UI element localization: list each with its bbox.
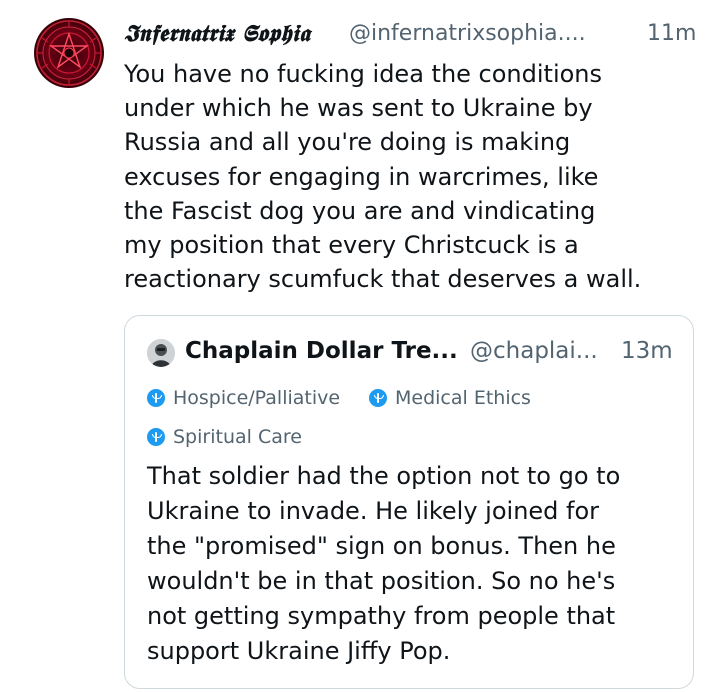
post-header: 𝕴𝖓𝖋𝖊𝖗𝖓𝖆𝖙𝖗𝖎𝖝 𝕾𝖔𝖕𝖍𝖎𝖆 @infernatrixsophia...… [124, 16, 704, 56]
badge-label: Hospice/Palliative [173, 387, 341, 409]
quoted-post-body: That soldier had the option not to go to… [147, 459, 677, 669]
badge-hospice-palliative[interactable]: Hospice/Palliative [147, 385, 340, 411]
post-timestamp[interactable]: 11m [647, 21, 696, 46]
quoted-body-line: support Ukraine Jiffy Pop. [147, 637, 451, 665]
person-avatar-icon [147, 339, 175, 367]
quoted-post-card[interactable]: Chaplain Dollar Tre... @chaplai... 13m H… [124, 315, 694, 689]
post-body-line: Russia and all you're doing is making [124, 128, 571, 157]
author-avatar[interactable] [34, 18, 104, 88]
post-body-line: excuses for engaging in warcrimes, like [124, 162, 599, 191]
author-handle[interactable]: @infernatrixsophia.... [349, 21, 586, 46]
quoted-author-avatar[interactable] [147, 339, 175, 367]
post-body-line: You have no fucking idea the conditions [124, 60, 603, 88]
post-body-line: my position that every Christcuck is a [124, 231, 579, 260]
author-display-name[interactable]: 𝕴𝖓𝖋𝖊𝖗𝖓𝖆𝖙𝖗𝖎𝖝 𝕾𝖔𝖕𝖍𝖎𝖆 [124, 20, 310, 47]
quoted-body-line: That soldier had the option not to go to [147, 462, 621, 490]
quoted-post-timestamp[interactable]: 13m [621, 338, 673, 364]
quoted-author-handle[interactable]: @chaplai... [470, 338, 598, 364]
medical-badge-icon [147, 389, 165, 407]
quoted-author-display-name[interactable]: Chaplain Dollar Tre... [185, 338, 458, 364]
badge-label: Medical Ethics [395, 387, 531, 409]
badge-medical-ethics[interactable]: Medical Ethics [369, 385, 531, 411]
medical-badge-icon [369, 389, 387, 407]
badge-label: Spiritual Care [173, 426, 302, 448]
post-body-line: under which he was sent to Ukraine by [124, 94, 593, 123]
post: 𝕴𝖓𝖋𝖊𝖗𝖓𝖆𝖙𝖗𝖎𝖝 𝕾𝖔𝖕𝖍𝖎𝖆 @infernatrixsophia...… [0, 0, 720, 692]
medical-badge-icon [147, 428, 165, 446]
post-body-line: the Fascist dog you are and vindicating [124, 196, 596, 225]
post-body: You have no fucking idea the conditions … [124, 57, 704, 296]
badge-spiritual-care[interactable]: Spiritual Care [147, 424, 302, 450]
quoted-body-line: not getting sympathy from people that [147, 602, 616, 630]
quoted-body-line: Ukraine to invade. He likely joined for [147, 497, 600, 525]
quoted-body-line: wouldn't be in that position. So no he's [147, 567, 616, 595]
quoted-body-line: the "promised" sign on bonus. Then he [147, 532, 616, 560]
pentagram-sigil-avatar-icon [36, 20, 102, 86]
post-body-line: reactionary scumfuck that deserves a wal… [124, 265, 642, 294]
